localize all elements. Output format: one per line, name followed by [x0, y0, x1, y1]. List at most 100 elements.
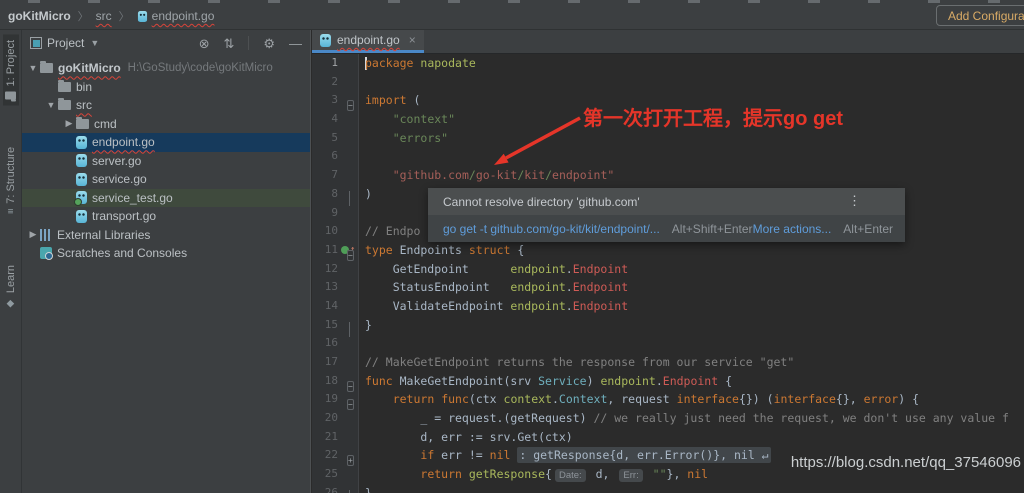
code-line-5[interactable]: 5 "errors" — [312, 129, 1024, 148]
settings-gear-icon[interactable]: ⚙ — [263, 37, 275, 50]
project-panel-title[interactable]: Project — [47, 36, 84, 50]
tree-item-bin[interactable]: bin — [22, 78, 310, 97]
tree-item-service-test-go[interactable]: service_test.go — [22, 189, 310, 208]
tree-item-label: bin — [76, 80, 92, 94]
code-line-26[interactable]: 26} — [312, 484, 1024, 493]
learn-icon: ◆ — [5, 298, 16, 309]
line-number: 6 — [312, 147, 338, 166]
menu-bar-clipped — [28, 0, 1024, 3]
tree-expand-icon[interactable]: ▼ — [26, 63, 40, 73]
chevron-down-icon[interactable]: ▼ — [90, 38, 99, 48]
tree-item-label: External Libraries — [57, 228, 150, 242]
tree-expand-icon[interactable]: ▶ — [26, 229, 40, 240]
line-number: 17 — [312, 353, 338, 372]
tree-item-endpoint-go[interactable]: endpoint.go — [22, 133, 310, 152]
tree-item-scratches-and-consoles[interactable]: Scratches and Consoles — [22, 244, 310, 263]
tree-item-transport-go[interactable]: transport.go — [22, 207, 310, 226]
line-number: 8 — [312, 185, 338, 204]
toolwindow-tab-label: 7: Structure — [5, 147, 17, 204]
toolwindow-tab-1-project[interactable]: 1: Project — [3, 34, 19, 105]
gotest-icon — [76, 191, 87, 204]
hide-panel-icon[interactable]: — — [289, 37, 302, 50]
code-line-1[interactable]: 1 package napodate — [312, 54, 1024, 73]
line-number: 9 — [312, 204, 338, 223]
code-text: "errors" — [365, 129, 448, 148]
tree-item-server-go[interactable]: server.go — [22, 152, 310, 171]
tree-item-cmd[interactable]: ▶cmd — [22, 115, 310, 134]
code-line-13[interactable]: 13 StatusEndpoint endpoint.Endpoint — [312, 278, 1024, 297]
watermark: https://blog.csdn.net/qq_37546096 — [791, 454, 1021, 471]
annotation-text: 第一次打开工程，提示go get — [583, 102, 843, 131]
breadcrumb-item-endpoint-go[interactable]: endpoint.go — [152, 9, 215, 23]
code-line-6[interactable]: 6 — [312, 147, 1024, 166]
tab-endpoint-go[interactable]: endpoint.go × — [312, 30, 424, 53]
close-icon[interactable]: × — [409, 33, 416, 47]
code-text: func MakeGetEndpoint(srv Service) endpoi… — [365, 372, 732, 391]
line-number: 1 — [312, 54, 338, 73]
tab-label: endpoint.go — [337, 33, 400, 47]
toolwindow-tab-learn[interactable]: ◆Learn — [3, 259, 19, 315]
tool-window-bar: 1: Project ≡7: Structure ◆Learn — [0, 30, 22, 493]
code-line-21[interactable]: 21 d, err := srv.Get(ctx) — [312, 428, 1024, 447]
project-panel-header: Project ▼ ⊕ ⇅ ⚙ — — [22, 30, 310, 56]
code-line-14[interactable]: 14 ValidateEndpoint endpoint.Endpoint — [312, 297, 1024, 316]
code-line-2[interactable]: 2 — [312, 73, 1024, 92]
tree-item-service-go[interactable]: service.go — [22, 170, 310, 189]
code-text: package napodate — [365, 54, 476, 73]
tree-expand-icon[interactable]: ▼ — [44, 100, 58, 110]
toolwindow-tab-label: 1: Project — [5, 40, 17, 86]
more-actions-shortcut: Alt+Enter — [843, 222, 893, 236]
line-number: 16 — [312, 334, 338, 353]
code-line-15[interactable]: 15} — [312, 316, 1024, 335]
code-line-7[interactable]: 7 "github.com/go-kit/kit/endpoint" — [312, 166, 1024, 185]
gofile-icon — [76, 173, 87, 186]
code-line-20[interactable]: 20 _ = request.(getRequest) // we really… — [312, 409, 1024, 428]
more-actions-link[interactable]: More actions... — [753, 222, 832, 236]
code-text: _ = request.(getRequest) // we really ju… — [365, 409, 1009, 428]
tree-item-label: goKitMicro — [58, 61, 121, 75]
breadcrumb-item-src[interactable]: src — [96, 9, 112, 23]
line-number: 10 — [312, 222, 338, 241]
code-line-11[interactable]: 11↑−type Endpoints struct { — [312, 241, 1024, 260]
tree-item-external-libraries[interactable]: ▶ External Libraries — [22, 226, 310, 245]
line-number: 13 — [312, 278, 338, 297]
line-number: 18 — [312, 372, 338, 391]
add-configuration-button[interactable]: Add Configuration... — [936, 5, 1024, 26]
tree-item-label: Scratches and Consoles — [57, 246, 187, 260]
line-number: 25 — [312, 465, 338, 484]
tree-item-gokitmicro[interactable]: ▼goKitMicroH:\GoStudy\code\goKitMicro — [22, 59, 310, 78]
go-file-icon — [320, 34, 331, 47]
locate-icon[interactable]: ⊕ — [196, 35, 213, 52]
project-folder-icon — [5, 91, 16, 99]
code-line-16[interactable]: 16 — [312, 334, 1024, 353]
editor-area: endpoint.go × 1package napodate23−import… — [312, 30, 1024, 493]
code-line-19[interactable]: 19− return func(ctx context.Context, req… — [312, 390, 1024, 409]
line-number: 26 — [312, 484, 338, 493]
code-line-12[interactable]: 12 GetEndpoint endpoint.Endpoint — [312, 260, 1024, 279]
intention-popup: Cannot resolve directory 'github.com' ⋮ … — [428, 188, 905, 242]
fold-marker[interactable] — [347, 488, 350, 493]
extlib-icon — [40, 229, 52, 241]
tree-expand-icon[interactable]: ▶ — [62, 118, 76, 129]
collapse-all-icon[interactable]: ⇅ — [223, 37, 234, 50]
code-text: // Endpo — [365, 222, 420, 241]
code-line-18[interactable]: 18−func MakeGetEndpoint(srv Service) end… — [312, 372, 1024, 391]
error-message: Cannot resolve directory 'github.com' — [443, 195, 640, 209]
line-number: 14 — [312, 297, 338, 316]
toolwindow-tab-7-structure[interactable]: ≡7: Structure — [3, 141, 19, 221]
more-options-icon[interactable]: ⋮ — [848, 193, 861, 209]
quick-fix-link[interactable]: go get -t github.com/go-kit/kit/endpoint… — [443, 222, 660, 236]
code-line-17[interactable]: 17// MakeGetEndpoint returns the respons… — [312, 353, 1024, 372]
go-file-icon — [137, 10, 146, 21]
line-number: 7 — [312, 166, 338, 185]
line-number: 20 — [312, 409, 338, 428]
line-number: 3 — [312, 91, 338, 110]
gofile-icon — [76, 154, 87, 167]
project-tree: ▼goKitMicroH:\GoStudy\code\goKitMicrobin… — [22, 56, 310, 263]
code-text: ValidateEndpoint endpoint.Endpoint — [365, 297, 628, 316]
code-text: type Endpoints struct { — [365, 241, 524, 260]
breadcrumb-item-gokitmicro[interactable]: goKitMicro — [8, 9, 71, 23]
tree-item-src[interactable]: ▼src — [22, 96, 310, 115]
gofile-icon — [76, 136, 87, 149]
tree-item-label: service_test.go — [92, 191, 173, 205]
